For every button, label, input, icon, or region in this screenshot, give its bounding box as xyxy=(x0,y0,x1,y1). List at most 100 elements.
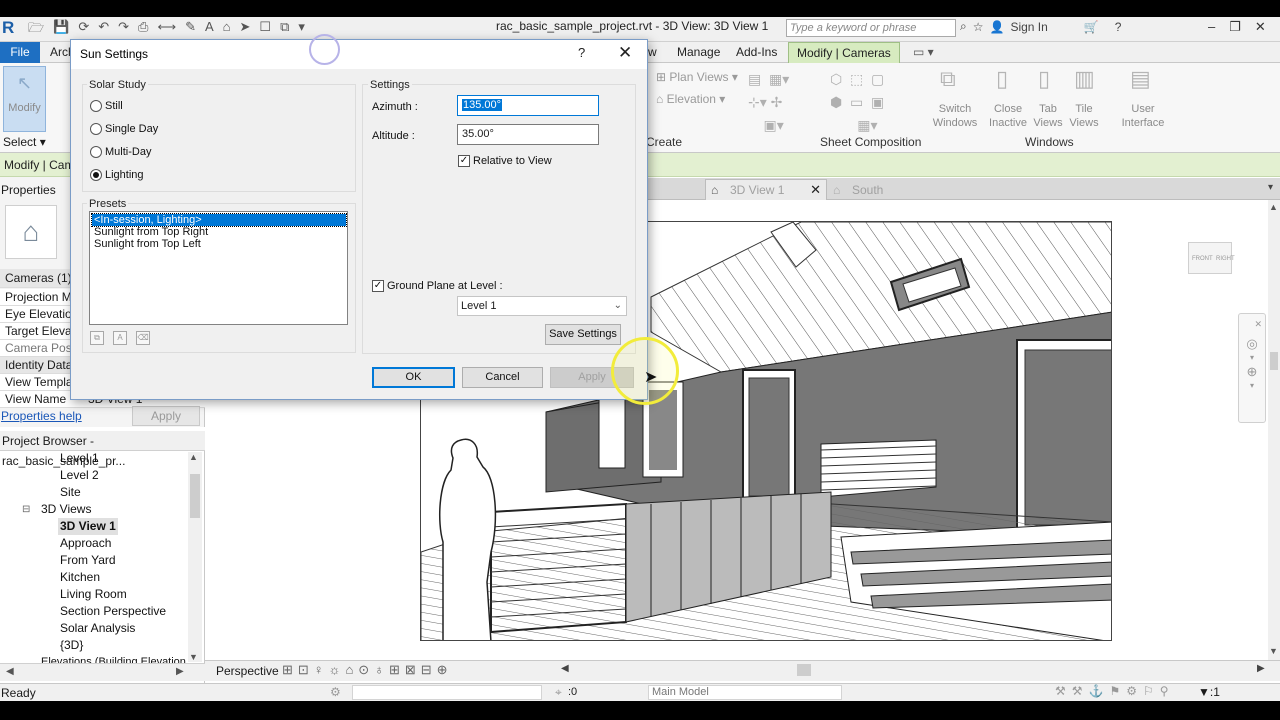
selection-filter-icons[interactable]: ⚒⚒⚓⚑⚙⚐⚲ xyxy=(1055,684,1175,698)
modify-button[interactable]: ↖ Modify xyxy=(3,66,46,132)
help-search-input[interactable]: Type a keyword or phrase xyxy=(786,19,956,37)
workset-dropdown[interactable] xyxy=(352,685,542,700)
tree-item-site[interactable]: Site xyxy=(60,484,81,501)
view-control-icons[interactable]: ⊞⊡♀☼⌂⊙♁⊞⊠⊟⊕ xyxy=(282,662,453,678)
aligned-dimension-icon[interactable]: ✎ xyxy=(185,19,196,41)
canvas-vscroll-thumb[interactable] xyxy=(1270,352,1278,370)
view-cube-front[interactable]: FRONT xyxy=(1192,243,1213,275)
elevation-button[interactable]: ⌂ Elevation ▾ xyxy=(656,92,725,106)
tree-item-approach[interactable]: Approach xyxy=(60,535,111,552)
relative-to-view-check-icon[interactable]: ✓ xyxy=(458,155,470,167)
properties-help-link[interactable]: Properties help xyxy=(1,409,82,423)
close-window-icon[interactable]: ✕ xyxy=(1255,19,1266,35)
canvas-scroll-up-icon[interactable]: ▲ xyxy=(1269,202,1278,212)
save-icon[interactable]: 💾 xyxy=(53,19,69,41)
text-icon[interactable]: A xyxy=(205,19,214,41)
rename-preset-icon[interactable]: A xyxy=(113,331,127,345)
collapse-toggle-icon[interactable]: ⊟ xyxy=(22,501,30,518)
view-tab-3d-view-1[interactable]: ⌂ 3D View 1 ✕ xyxy=(705,179,827,200)
filter-count[interactable]: ▼:1 xyxy=(1198,685,1220,699)
ribbon-minimize-icon[interactable]: ▭ ▾ xyxy=(905,42,942,63)
tree-item-level-2[interactable]: Level 2 xyxy=(60,467,99,484)
canvas-vscrollbar[interactable]: ▲ ▼ xyxy=(1268,200,1280,660)
radio-multi-day[interactable]: Multi-Day xyxy=(90,146,151,158)
hscroll-right-icon[interactable]: ▶ xyxy=(1257,663,1265,674)
cancel-button[interactable]: Cancel xyxy=(462,367,543,388)
tree-item-3d-views[interactable]: 3D Views xyxy=(41,501,91,518)
tree-item-living-room[interactable]: Living Room xyxy=(60,586,127,603)
worksets-icon[interactable]: ⚙ xyxy=(330,685,341,699)
close-tab-icon[interactable]: ✕ xyxy=(810,180,821,200)
zoom-icon[interactable]: ⊕ xyxy=(1239,362,1265,382)
editable-only-icon[interactable]: ⌖ xyxy=(555,685,562,700)
customize-qat-icon[interactable]: ▾ xyxy=(298,19,305,41)
hscroll-left-icon[interactable]: ◀ xyxy=(561,663,569,674)
tree-item-solar-analysis[interactable]: Solar Analysis xyxy=(60,620,135,637)
tree-item-section-perspective[interactable]: Section Perspective xyxy=(60,603,166,620)
user-interface-button[interactable]: User Interface xyxy=(1114,102,1172,130)
radio-lighting[interactable]: Lighting xyxy=(90,169,144,181)
view-cube-right[interactable]: RIGHT xyxy=(1216,243,1235,275)
app-logo[interactable]: R xyxy=(2,18,14,38)
close-inactive-button[interactable]: Close Inactive xyxy=(984,102,1032,130)
dialog-title-bar[interactable] xyxy=(71,40,647,69)
switch-windows-icon[interactable]: ⧉ xyxy=(280,19,289,41)
view-cube[interactable]: FRONT RIGHT xyxy=(1166,238,1266,280)
properties-apply-button[interactable]: Apply xyxy=(132,406,200,426)
scroll-right-icon[interactable]: ▶ xyxy=(176,666,184,677)
callout-icon[interactable]: ⊹▾ ✢ xyxy=(748,91,808,114)
tab-manage[interactable]: Manage xyxy=(669,42,728,63)
print-icon[interactable]: ⎙ xyxy=(138,19,148,41)
ok-button[interactable]: OK xyxy=(372,367,455,388)
tab-file[interactable]: File xyxy=(0,42,40,63)
scroll-left-icon[interactable]: ◀ xyxy=(6,666,14,677)
preset-item-top-right[interactable]: Sunlight from Top Right xyxy=(92,226,210,238)
dialog-close-icon[interactable]: ✕ xyxy=(618,43,632,63)
wheel-dropdown-icon[interactable]: ▾ xyxy=(1239,354,1265,362)
radio-single-day[interactable]: Single Day xyxy=(90,123,158,135)
preset-item-top-left[interactable]: Sunlight from Top Left xyxy=(92,238,203,250)
tab-modify-cameras[interactable]: Modify | Cameras xyxy=(788,42,900,63)
browser-scrollbar-thumb[interactable] xyxy=(190,474,200,518)
sheet-icon[interactable]: ⬡ ⬚ ▢ xyxy=(830,68,910,91)
drafting-view-icon[interactable]: ▣▾ xyxy=(748,114,808,137)
tree-item-from-yard[interactable]: From Yard xyxy=(60,552,116,569)
sync-icon[interactable]: ⟳ xyxy=(78,19,89,41)
close-navbar-icon[interactable]: ✕ xyxy=(1239,314,1265,334)
cart-icon[interactable]: 🛒 xyxy=(1084,20,1099,34)
thin-lines-icon[interactable]: ☐ xyxy=(259,19,271,41)
tree-item-3d-default[interactable]: {3D} xyxy=(60,637,83,654)
steering-wheel-icon[interactable]: ◎ xyxy=(1239,334,1265,354)
help-icon[interactable]: ? xyxy=(1115,20,1122,34)
section-view-icon[interactable]: ▤ ▦▾ xyxy=(748,68,808,91)
sign-in-link[interactable]: Sign In xyxy=(1010,20,1047,34)
tab-addins[interactable]: Add-Ins xyxy=(728,42,785,63)
measure-icon[interactable]: ⟷ xyxy=(157,19,176,41)
altitude-input[interactable]: 35.00° xyxy=(457,124,599,145)
radio-single-day-button[interactable] xyxy=(90,123,102,135)
title-block-icon[interactable]: ⬢ ▭ ▣ xyxy=(830,91,910,114)
relative-to-view-checkbox[interactable]: ✓ Relative to View xyxy=(458,155,552,167)
tab-views-button[interactable]: Tab Views xyxy=(1030,102,1066,130)
design-option-dropdown[interactable]: Main Model xyxy=(648,685,842,700)
ground-level-select[interactable]: Level 1 ⌄ xyxy=(457,296,627,316)
canvas-scroll-down-icon[interactable]: ▼ xyxy=(1269,646,1278,656)
tree-item-elevations[interactable]: Elevations (Building Elevation xyxy=(41,654,186,663)
scroll-down-icon[interactable]: ▼ xyxy=(189,652,198,662)
binoculars-icon[interactable]: ⌕ xyxy=(960,19,967,34)
tree-item-kitchen[interactable]: Kitchen xyxy=(60,569,100,586)
tile-views-button[interactable]: Tile Views xyxy=(1066,102,1102,130)
tree-item-3d-view-1[interactable]: 3D View 1 xyxy=(58,518,118,535)
view-tab-south[interactable]: ⌂ South xyxy=(828,181,883,199)
radio-still-button[interactable] xyxy=(90,100,102,112)
restore-icon[interactable]: ❐ xyxy=(1229,19,1241,35)
canvas-hscroll-thumb[interactable] xyxy=(797,664,811,676)
radio-still[interactable]: Still xyxy=(90,100,123,112)
zoom-dropdown-icon[interactable]: ▾ xyxy=(1239,382,1265,390)
scroll-up-icon[interactable]: ▲ xyxy=(189,452,198,462)
section-icon[interactable]: ➤ xyxy=(240,19,251,41)
ground-plane-checkbox[interactable]: ✓ Ground Plane at Level : xyxy=(372,280,503,292)
3d-view-icon[interactable]: ⌂ xyxy=(223,19,231,41)
redo-icon[interactable]: ↷ xyxy=(118,19,129,41)
duplicate-preset-icon[interactable]: ⧉ xyxy=(90,331,104,345)
